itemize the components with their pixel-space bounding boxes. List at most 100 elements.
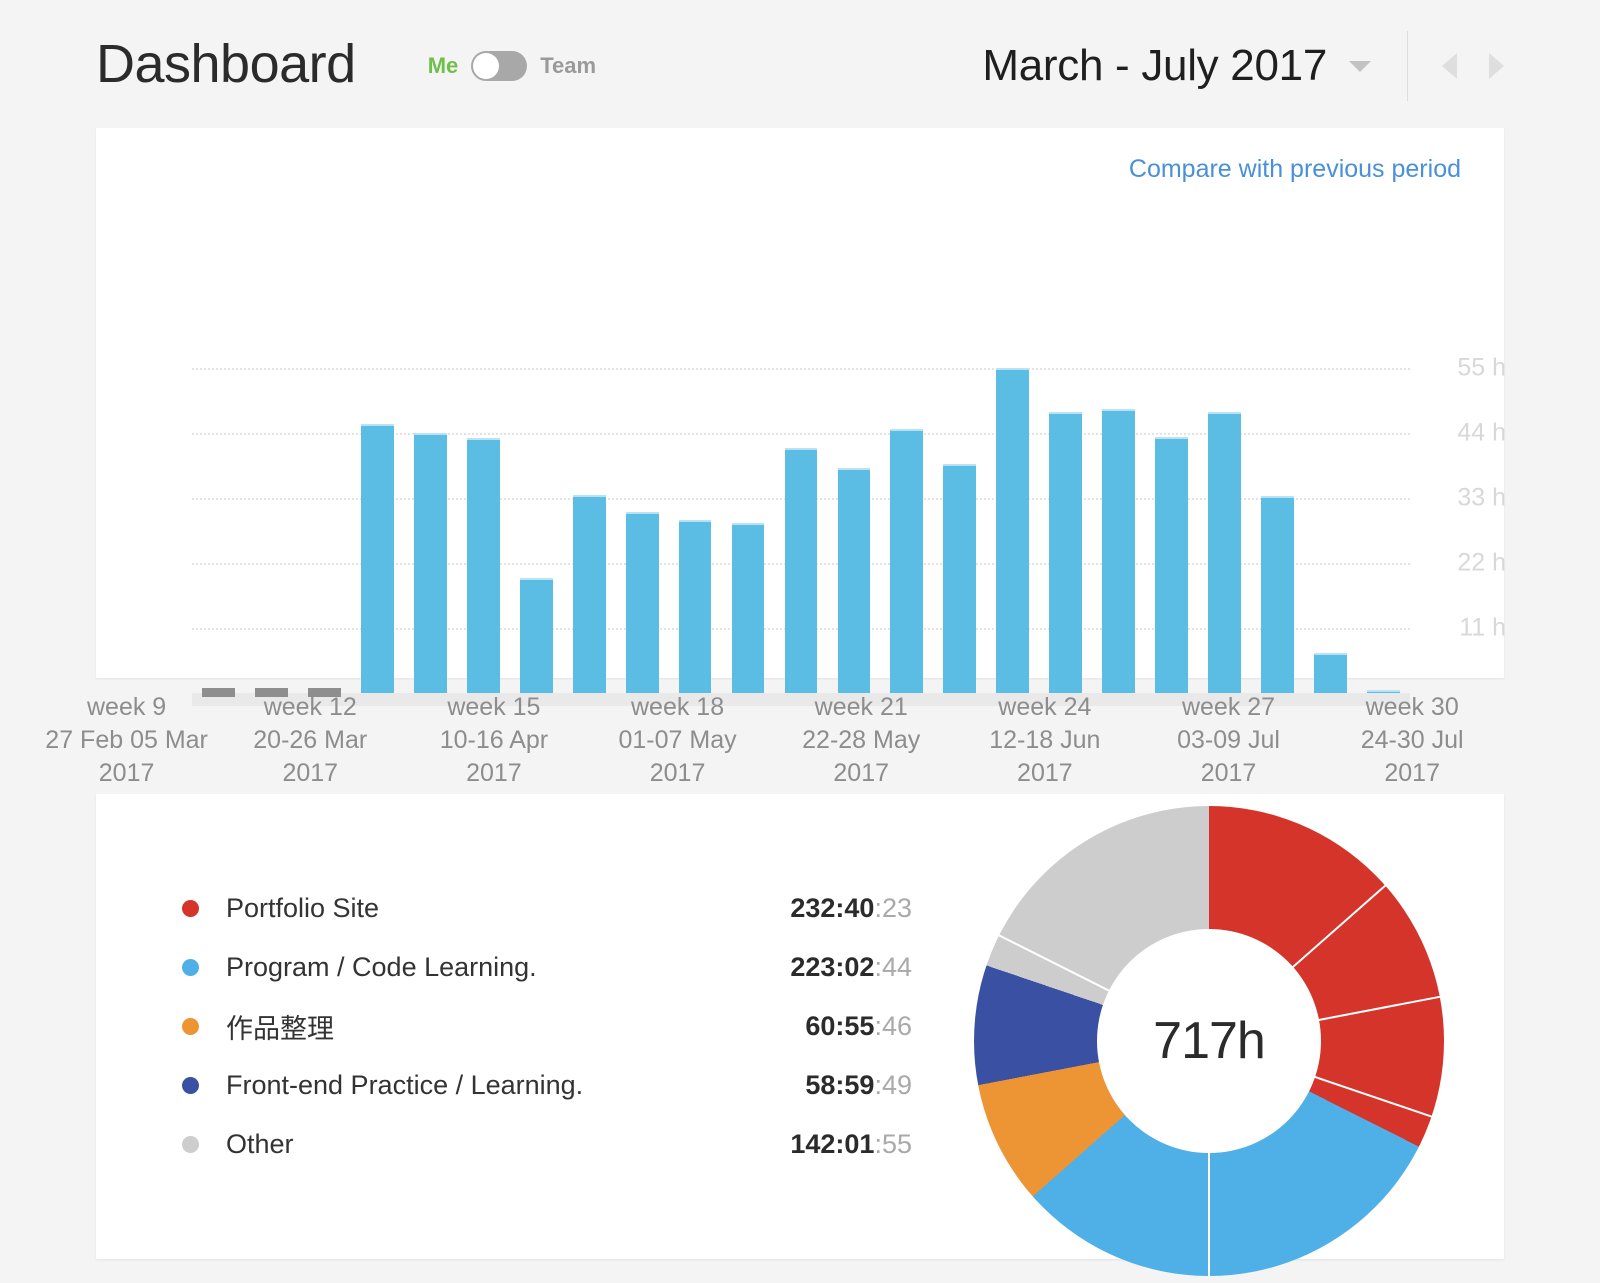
legend-duration-major: 232:40 bbox=[790, 893, 875, 923]
date-range-label: March - July 2017 bbox=[982, 41, 1327, 90]
x-tick-range: 27 Feb 05 Mar bbox=[45, 726, 208, 754]
donut-chart: 717h bbox=[974, 806, 1444, 1276]
x-axis-tick-label: week 30 24-30 Jul 2017 bbox=[1312, 691, 1512, 790]
period-navigation bbox=[1442, 53, 1504, 79]
legend-row[interactable]: 作品整理 60:55:46 bbox=[182, 997, 912, 1056]
bar[interactable] bbox=[519, 577, 553, 693]
bar[interactable] bbox=[731, 523, 765, 693]
page-title: Dashboard bbox=[96, 34, 356, 94]
toggle-switch[interactable] bbox=[471, 51, 528, 81]
x-tick-week: week 18 bbox=[631, 693, 725, 721]
y-axis-tick-label: 22 h bbox=[1457, 548, 1506, 577]
legend-project-name: Portfolio Site bbox=[226, 893, 380, 923]
bar[interactable] bbox=[413, 433, 447, 693]
x-axis-tick-label: week 15 10-16 Apr 2017 bbox=[394, 691, 594, 790]
x-axis-tick-label: week 12 20-26 Mar 2017 bbox=[210, 691, 410, 790]
legend-color-dot bbox=[182, 900, 199, 917]
chevron-left-icon[interactable] bbox=[1442, 53, 1457, 79]
bar[interactable] bbox=[1102, 409, 1136, 693]
y-axis-tick-label: 55 h bbox=[1457, 353, 1506, 382]
toggle-label-team[interactable]: Team bbox=[540, 53, 596, 79]
bar[interactable] bbox=[943, 463, 977, 693]
legend-project-name: 作品整理 bbox=[226, 1014, 334, 1044]
x-axis-tick-label: week 24 12-18 Jun 2017 bbox=[945, 691, 1145, 790]
x-tick-range: 03-09 Jul bbox=[1177, 726, 1280, 754]
legend-duration-seconds: :44 bbox=[874, 952, 912, 982]
x-tick-year: 2017 bbox=[466, 759, 522, 787]
legend-row[interactable]: Program / Code Learning. 223:02:44 bbox=[182, 938, 912, 997]
x-axis-tick-label: week 27 03-09 Jul 2017 bbox=[1129, 691, 1329, 790]
legend-duration-major: 142:01 bbox=[790, 1129, 875, 1159]
legend-duration: 223:02:44 bbox=[790, 952, 912, 983]
chevron-down-icon[interactable] bbox=[1349, 60, 1371, 72]
x-tick-week: week 12 bbox=[263, 693, 357, 721]
x-tick-year: 2017 bbox=[282, 759, 339, 787]
x-axis-tick-label: week 21 22-28 May 2017 bbox=[761, 691, 961, 790]
legend-duration-major: 58:59 bbox=[805, 1070, 875, 1100]
x-tick-week: week 15 bbox=[447, 693, 541, 721]
legend-duration-major: 223:02 bbox=[790, 952, 875, 982]
x-tick-range: 22-28 May bbox=[802, 726, 921, 754]
x-tick-range: 10-16 Apr bbox=[439, 726, 549, 754]
project-legend: Portfolio Site 232:40:23 Program / Code Le… bbox=[182, 879, 912, 1174]
legend-duration-major: 60:55 bbox=[805, 1011, 875, 1041]
legend-duration-seconds: :23 bbox=[874, 893, 912, 923]
x-tick-year: 2017 bbox=[649, 759, 706, 787]
x-tick-year: 2017 bbox=[1384, 759, 1440, 787]
x-tick-range: 12-18 Jun bbox=[989, 726, 1101, 754]
bar[interactable] bbox=[360, 424, 394, 693]
bar[interactable] bbox=[572, 495, 606, 693]
toggle-knob bbox=[473, 53, 500, 79]
bar-chart: 11 h 22 h 33 h 44 h 55 h bbox=[96, 128, 1506, 706]
y-axis-tick-label: 33 h bbox=[1457, 483, 1506, 512]
legend-duration-seconds: :46 bbox=[874, 1011, 912, 1041]
y-axis-tick-label: 11 h bbox=[1459, 613, 1506, 642]
bar[interactable] bbox=[1261, 495, 1295, 693]
toggle-label-me[interactable]: Me bbox=[428, 53, 459, 79]
x-tick-week: week 9 bbox=[86, 693, 167, 721]
header-divider bbox=[1407, 31, 1408, 101]
bar[interactable] bbox=[625, 511, 659, 693]
chart-bars bbox=[192, 128, 1410, 697]
donut-center: 717h bbox=[1097, 929, 1321, 1153]
x-tick-range: 20-26 Mar bbox=[253, 726, 368, 754]
date-range-selector[interactable]: March - July 2017 bbox=[982, 41, 1371, 91]
x-tick-range: 24-30 Jul bbox=[1360, 726, 1464, 754]
bar[interactable] bbox=[1049, 412, 1083, 693]
chevron-right-icon[interactable] bbox=[1489, 53, 1504, 79]
bar[interactable] bbox=[837, 468, 871, 693]
legend-color-dot bbox=[182, 1018, 199, 1035]
x-tick-week: week 30 bbox=[1365, 693, 1459, 721]
legend-row[interactable]: Other 142:01:55 bbox=[182, 1115, 912, 1174]
page-header: Dashboard Me Team March - July 2017 bbox=[0, 0, 1600, 128]
legend-duration: 60:55:46 bbox=[805, 1011, 912, 1042]
legend-project-name: Front-end Practice / Learning. bbox=[226, 1070, 584, 1100]
x-tick-year: 2017 bbox=[1200, 759, 1257, 787]
x-tick-year: 2017 bbox=[1017, 759, 1073, 787]
bar[interactable] bbox=[678, 520, 712, 693]
legend-project-name: Program / Code Learning. bbox=[226, 952, 537, 982]
legend-row[interactable]: Front-end Practice / Learning. 58:59:49 bbox=[182, 1056, 912, 1115]
legend-color-dot bbox=[182, 1077, 199, 1094]
x-axis-tick-label: week 9 27 Feb 05 Mar 2017 bbox=[27, 691, 227, 790]
legend-duration: 58:59:49 bbox=[805, 1070, 912, 1101]
bar[interactable] bbox=[890, 428, 924, 693]
y-axis-tick-label: 44 h bbox=[1457, 418, 1506, 447]
scope-toggle[interactable]: Me Team bbox=[428, 51, 596, 81]
bar[interactable] bbox=[1155, 437, 1189, 693]
x-tick-week: week 27 bbox=[1181, 693, 1276, 721]
bar[interactable] bbox=[1208, 412, 1242, 693]
donut-total-label: 717h bbox=[1153, 1012, 1266, 1070]
bar[interactable] bbox=[784, 447, 818, 693]
x-tick-range: 01-07 May bbox=[618, 726, 737, 754]
breakdown-card: Portfolio Site 232:40:23 Program / Code Le… bbox=[96, 794, 1504, 1276]
legend-color-dot bbox=[182, 959, 199, 976]
x-tick-year: 2017 bbox=[98, 759, 155, 787]
legend-duration: 142:01:55 bbox=[790, 1129, 912, 1160]
x-tick-week: week 21 bbox=[814, 693, 908, 721]
legend-row[interactable]: Portfolio Site 232:40:23 bbox=[182, 879, 912, 938]
bar[interactable] bbox=[996, 368, 1030, 693]
x-tick-year: 2017 bbox=[833, 759, 890, 787]
legend-duration-seconds: :49 bbox=[874, 1070, 912, 1100]
bar[interactable] bbox=[466, 437, 500, 693]
